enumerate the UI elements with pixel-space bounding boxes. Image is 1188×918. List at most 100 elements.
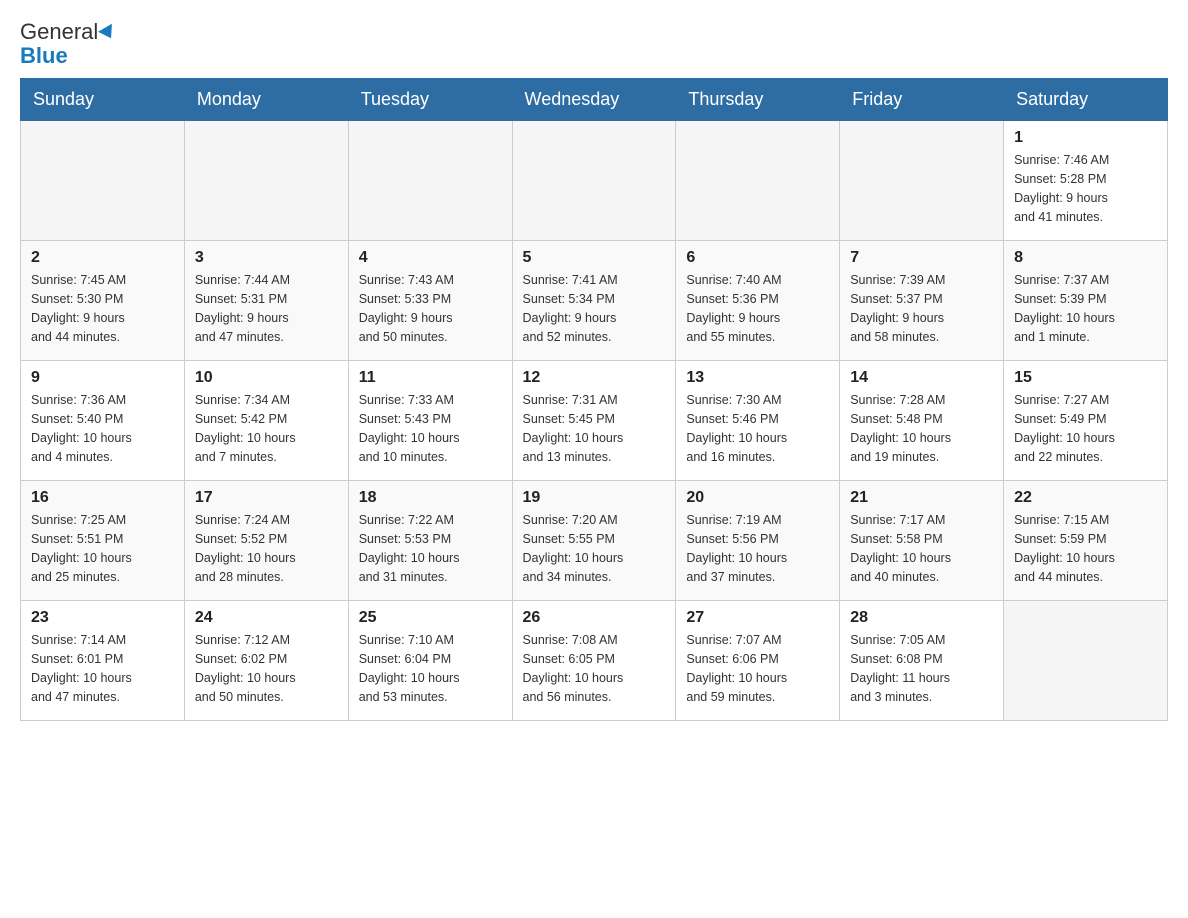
calendar-day-cell: 1 Sunrise: 7:46 AMSunset: 5:28 PMDaylight…	[1004, 121, 1168, 241]
calendar-day-cell: 2 Sunrise: 7:45 AMSunset: 5:30 PMDaylight…	[21, 241, 185, 361]
calendar-day-cell: 21 Sunrise: 7:17 AMSunset: 5:58 PMDayligh…	[840, 481, 1004, 601]
day-number: 24	[195, 609, 338, 627]
day-number: 13	[686, 369, 829, 387]
logo-text: General Blue	[20, 20, 116, 68]
calendar-day-cell: 15 Sunrise: 7:27 AMSunset: 5:49 PMDayligh…	[1004, 361, 1168, 481]
day-info: Sunrise: 7:17 AMSunset: 5:58 PMDaylight:…	[850, 511, 993, 586]
day-number: 6	[686, 249, 829, 267]
day-info: Sunrise: 7:24 AMSunset: 5:52 PMDaylight:…	[195, 511, 338, 586]
day-of-week-header: Monday	[184, 79, 348, 121]
calendar-day-cell	[184, 121, 348, 241]
calendar-day-cell: 11 Sunrise: 7:33 AMSunset: 5:43 PMDayligh…	[348, 361, 512, 481]
day-of-week-header: Tuesday	[348, 79, 512, 121]
day-info: Sunrise: 7:25 AMSunset: 5:51 PMDaylight:…	[31, 511, 174, 586]
day-info: Sunrise: 7:10 AMSunset: 6:04 PMDaylight:…	[359, 631, 502, 706]
day-info: Sunrise: 7:40 AMSunset: 5:36 PMDaylight:…	[686, 271, 829, 346]
calendar-day-cell	[676, 121, 840, 241]
day-of-week-header: Sunday	[21, 79, 185, 121]
day-info: Sunrise: 7:27 AMSunset: 5:49 PMDaylight:…	[1014, 391, 1157, 466]
day-info: Sunrise: 7:36 AMSunset: 5:40 PMDaylight:…	[31, 391, 174, 466]
calendar-day-cell: 25 Sunrise: 7:10 AMSunset: 6:04 PMDayligh…	[348, 601, 512, 721]
calendar-day-cell: 19 Sunrise: 7:20 AMSunset: 5:55 PMDayligh…	[512, 481, 676, 601]
calendar-day-cell: 9 Sunrise: 7:36 AMSunset: 5:40 PMDaylight…	[21, 361, 185, 481]
calendar-day-cell	[21, 121, 185, 241]
calendar-day-cell	[840, 121, 1004, 241]
day-number: 14	[850, 369, 993, 387]
calendar-day-cell: 18Sunrise: 7:22 AMSunset: 5:53 PMDayligh…	[348, 481, 512, 601]
day-number: 19	[523, 489, 666, 507]
calendar-day-cell: 13Sunrise: 7:30 AMSunset: 5:46 PMDayligh…	[676, 361, 840, 481]
day-number: 27	[686, 609, 829, 627]
calendar-day-cell: 23 Sunrise: 7:14 AMSunset: 6:01 PMDayligh…	[21, 601, 185, 721]
day-info: Sunrise: 7:41 AMSunset: 5:34 PMDaylight:…	[523, 271, 666, 346]
day-number: 25	[359, 609, 502, 627]
calendar-day-cell: 24 Sunrise: 7:12 AMSunset: 6:02 PMDayligh…	[184, 601, 348, 721]
day-number: 9	[31, 369, 174, 387]
calendar-day-cell: 22 Sunrise: 7:15 AMSunset: 5:59 PMDayligh…	[1004, 481, 1168, 601]
day-number: 21	[850, 489, 993, 507]
day-number: 11	[359, 369, 502, 387]
day-info: Sunrise: 7:33 AMSunset: 5:43 PMDaylight:…	[359, 391, 502, 466]
calendar-day-cell: 26 Sunrise: 7:08 AMSunset: 6:05 PMDayligh…	[512, 601, 676, 721]
calendar-week-row: 9 Sunrise: 7:36 AMSunset: 5:40 PMDaylight…	[21, 361, 1168, 481]
day-info: Sunrise: 7:20 AMSunset: 5:55 PMDaylight:…	[523, 511, 666, 586]
day-number: 7	[850, 249, 993, 267]
calendar-day-cell: 8 Sunrise: 7:37 AMSunset: 5:39 PMDaylight…	[1004, 241, 1168, 361]
calendar-day-cell	[348, 121, 512, 241]
calendar-day-cell: 14Sunrise: 7:28 AMSunset: 5:48 PMDayligh…	[840, 361, 1004, 481]
day-info: Sunrise: 7:39 AMSunset: 5:37 PMDaylight:…	[850, 271, 993, 346]
day-number: 12	[523, 369, 666, 387]
day-info: Sunrise: 7:07 AMSunset: 6:06 PMDaylight:…	[686, 631, 829, 706]
day-info: Sunrise: 7:12 AMSunset: 6:02 PMDaylight:…	[195, 631, 338, 706]
day-number: 22	[1014, 489, 1157, 507]
logo-general: General	[20, 19, 98, 44]
day-number: 26	[523, 609, 666, 627]
calendar-week-row: 2 Sunrise: 7:45 AMSunset: 5:30 PMDaylight…	[21, 241, 1168, 361]
calendar-day-cell: 5 Sunrise: 7:41 AMSunset: 5:34 PMDaylight…	[512, 241, 676, 361]
day-of-week-header: Saturday	[1004, 79, 1168, 121]
day-info: Sunrise: 7:19 AMSunset: 5:56 PMDaylight:…	[686, 511, 829, 586]
day-number: 4	[359, 249, 502, 267]
day-number: 18	[359, 489, 502, 507]
calendar-day-cell: 28 Sunrise: 7:05 AMSunset: 6:08 PMDayligh…	[840, 601, 1004, 721]
day-info: Sunrise: 7:14 AMSunset: 6:01 PMDaylight:…	[31, 631, 174, 706]
day-number: 16	[31, 489, 174, 507]
day-info: Sunrise: 7:08 AMSunset: 6:05 PMDaylight:…	[523, 631, 666, 706]
calendar-day-cell: 4 Sunrise: 7:43 AMSunset: 5:33 PMDaylight…	[348, 241, 512, 361]
day-number: 10	[195, 369, 338, 387]
calendar-day-cell: 12 Sunrise: 7:31 AMSunset: 5:45 PMDayligh…	[512, 361, 676, 481]
day-number: 23	[31, 609, 174, 627]
day-number: 2	[31, 249, 174, 267]
day-info: Sunrise: 7:15 AMSunset: 5:59 PMDaylight:…	[1014, 511, 1157, 586]
day-info: Sunrise: 7:37 AMSunset: 5:39 PMDaylight:…	[1014, 271, 1157, 346]
day-of-week-header: Friday	[840, 79, 1004, 121]
calendar-week-row: 23 Sunrise: 7:14 AMSunset: 6:01 PMDayligh…	[21, 601, 1168, 721]
day-of-week-header: Wednesday	[512, 79, 676, 121]
day-number: 5	[523, 249, 666, 267]
calendar-week-row: 1 Sunrise: 7:46 AMSunset: 5:28 PMDaylight…	[21, 121, 1168, 241]
logo-blue: Blue	[20, 43, 68, 68]
day-info: Sunrise: 7:43 AMSunset: 5:33 PMDaylight:…	[359, 271, 502, 346]
day-info: Sunrise: 7:05 AMSunset: 6:08 PMDaylight:…	[850, 631, 993, 706]
calendar-day-cell: 16 Sunrise: 7:25 AMSunset: 5:51 PMDayligh…	[21, 481, 185, 601]
calendar-day-cell: 6 Sunrise: 7:40 AMSunset: 5:36 PMDaylight…	[676, 241, 840, 361]
day-number: 1	[1014, 129, 1157, 147]
day-info: Sunrise: 7:34 AMSunset: 5:42 PMDaylight:…	[195, 391, 338, 466]
calendar-header-row: SundayMondayTuesdayWednesdayThursdayFrid…	[21, 79, 1168, 121]
calendar-day-cell: 7 Sunrise: 7:39 AMSunset: 5:37 PMDaylight…	[840, 241, 1004, 361]
day-info: Sunrise: 7:45 AMSunset: 5:30 PMDaylight:…	[31, 271, 174, 346]
day-number: 28	[850, 609, 993, 627]
calendar-day-cell: 3 Sunrise: 7:44 AMSunset: 5:31 PMDaylight…	[184, 241, 348, 361]
day-info: Sunrise: 7:44 AMSunset: 5:31 PMDaylight:…	[195, 271, 338, 346]
day-number: 8	[1014, 249, 1157, 267]
day-info: Sunrise: 7:31 AMSunset: 5:45 PMDaylight:…	[523, 391, 666, 466]
calendar-day-cell: 10 Sunrise: 7:34 AMSunset: 5:42 PMDayligh…	[184, 361, 348, 481]
calendar: SundayMondayTuesdayWednesdayThursdayFrid…	[20, 78, 1168, 721]
day-number: 15	[1014, 369, 1157, 387]
calendar-day-cell	[1004, 601, 1168, 721]
page-header: General Blue	[20, 20, 1168, 68]
day-info: Sunrise: 7:46 AMSunset: 5:28 PMDaylight:…	[1014, 151, 1157, 226]
calendar-day-cell: 20Sunrise: 7:19 AMSunset: 5:56 PMDayligh…	[676, 481, 840, 601]
calendar-day-cell	[512, 121, 676, 241]
day-number: 3	[195, 249, 338, 267]
